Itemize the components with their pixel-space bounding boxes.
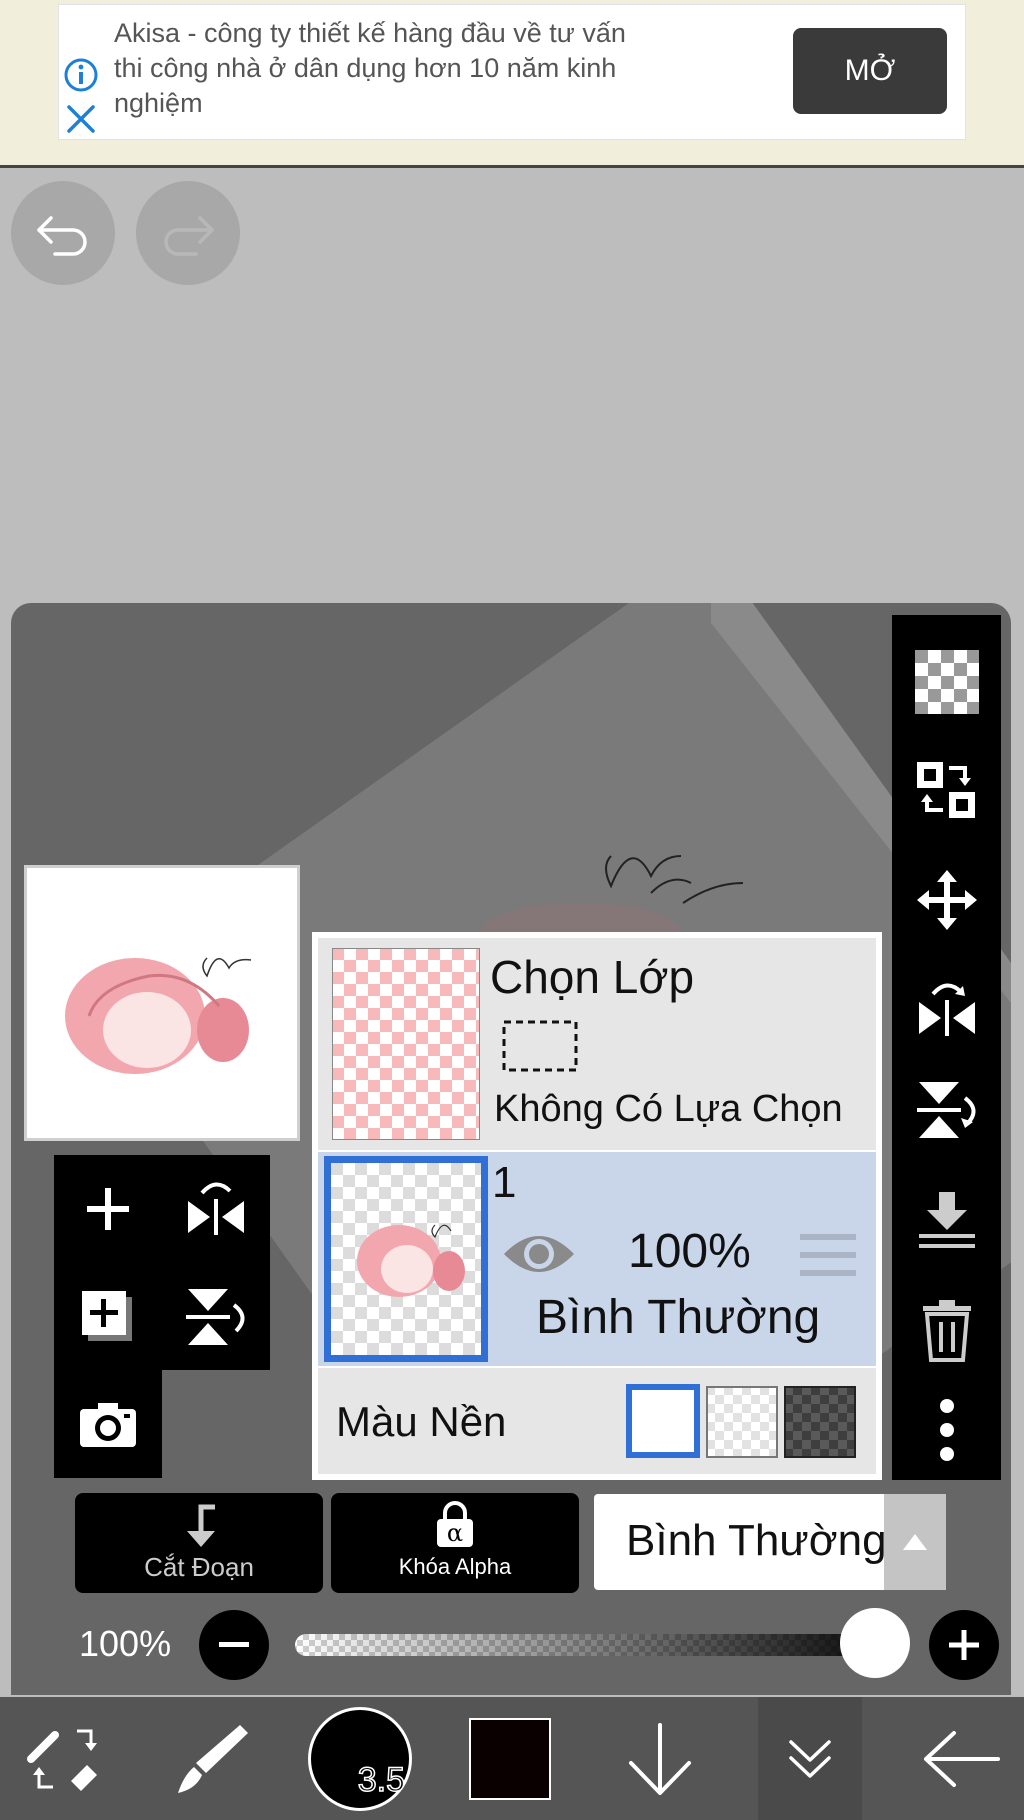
layer-1-blend-mode: Bình Thường (536, 1291, 821, 1344)
background-white-option[interactable] (626, 1384, 700, 1458)
drawing-thumbnail (65, 957, 252, 1074)
background-color-label: Màu Nền (336, 1398, 507, 1445)
trash-icon[interactable] (892, 1285, 1001, 1375)
background-color-row: Màu Nền (318, 1368, 876, 1474)
move-icon[interactable] (892, 855, 1001, 945)
brush-size-button[interactable]: 3.5 (300, 1697, 420, 1820)
layer-down-button[interactable] (600, 1697, 720, 1820)
layer-controls: Cắt Đoạn α Khóa Alpha Bình Thường 100% (11, 1480, 1011, 1695)
alpha-lock-icon: α (437, 1501, 473, 1547)
camera-icon (80, 1403, 136, 1447)
triangle-up-icon (903, 1534, 927, 1550)
opacity-slider[interactable] (285, 1628, 915, 1662)
swap-layers-icon[interactable] (892, 745, 1001, 835)
layer-1-thumbnail (324, 1156, 488, 1362)
flip-layer-horizontal-button[interactable] (162, 1155, 270, 1263)
drag-handle-icon[interactable] (800, 1232, 856, 1280)
tool-switch-button[interactable] (0, 1697, 130, 1820)
flip-horizontal-icon (188, 1182, 244, 1235)
clipping-button[interactable]: Cắt Đoạn (75, 1493, 323, 1593)
opacity-slider-thumb[interactable] (840, 1608, 910, 1678)
flip-horizontal-icon[interactable] (892, 965, 1001, 1055)
flip-vertical-icon[interactable] (892, 1065, 1001, 1155)
info-icon[interactable] (63, 57, 99, 93)
layer-row-1[interactable]: 1 100% Bình Thường (318, 1152, 876, 1366)
svg-text:α: α (447, 1519, 463, 1547)
color-picker-button[interactable] (450, 1697, 570, 1820)
transparency-icon[interactable] (892, 637, 1001, 727)
blend-mode-select[interactable]: Bình Thường (594, 1494, 946, 1590)
bottom-toolbar: 3.5 (0, 1697, 1024, 1820)
blend-mode-value: Bình Thường (626, 1516, 887, 1565)
undo-icon (37, 216, 87, 256)
arrow-left-icon (924, 1730, 1000, 1787)
blend-mode-dropdown-button[interactable] (884, 1494, 946, 1590)
background-dark-option[interactable] (784, 1386, 856, 1458)
ad-text[interactable]: Akisa - công ty thiết kế hàng đầu về tư … (114, 16, 754, 121)
redo-icon (164, 216, 214, 256)
brush-size-value: 3.5 (357, 1760, 406, 1800)
opacity-decrease-button[interactable] (199, 1610, 269, 1680)
plus-icon (949, 1630, 979, 1660)
close-icon[interactable] (65, 103, 97, 135)
ad-banner: Akisa - công ty thiết kế hàng đầu về tư … (0, 0, 1024, 168)
redo-button[interactable] (136, 181, 240, 285)
opacity-increase-button[interactable] (929, 1610, 999, 1680)
plus-icon (87, 1188, 129, 1230)
current-color-swatch (469, 1717, 551, 1800)
camera-bar (54, 1370, 162, 1478)
brush-icon (178, 1724, 248, 1793)
selection-layer-row[interactable]: Chọn Lớp Không Có Lựa Chọn (318, 938, 876, 1150)
arrow-down-icon (629, 1722, 691, 1795)
brush-tool-button[interactable] (150, 1697, 270, 1820)
layer-actions-bar (54, 1155, 270, 1370)
visibility-eye-icon[interactable] (502, 1228, 576, 1280)
alpha-lock-label: Khóa Alpha (398, 1554, 512, 1579)
add-layer-button[interactable] (54, 1155, 162, 1263)
layer-tools-sidebar (892, 615, 1001, 1480)
merge-down-icon[interactable] (892, 1175, 1001, 1265)
selection-layer-thumbnail (332, 948, 480, 1140)
brush-size-circle: 3.5 (308, 1706, 412, 1811)
canvas-thumbnail[interactable] (24, 865, 300, 1141)
selection-layer-subtitle: Không Có Lựa Chọn (494, 1088, 843, 1130)
flip-vertical-icon (186, 1289, 245, 1345)
flip-layer-vertical-button[interactable] (162, 1263, 270, 1371)
minus-icon (219, 1642, 249, 1647)
more-icon[interactable] (892, 1385, 1001, 1475)
layers-panel-toggle[interactable] (758, 1697, 862, 1820)
clipping-label: Cắt Đoạn (144, 1552, 254, 1582)
layer-1-opacity: 100% (628, 1225, 751, 1278)
selection-marquee-icon (502, 1020, 578, 1072)
background-transparent-option[interactable] (706, 1386, 778, 1458)
duplicate-layer-icon (82, 1291, 132, 1341)
undo-button[interactable] (11, 181, 115, 285)
alpha-lock-button[interactable]: α Khóa Alpha (331, 1493, 579, 1593)
import-photo-button[interactable] (54, 1370, 162, 1478)
layer-1-name: 1 (492, 1158, 517, 1207)
double-chevron-down-icon (789, 1739, 831, 1778)
back-button[interactable] (900, 1697, 1024, 1820)
clipping-arrow-icon (187, 1504, 215, 1547)
selection-layer-title: Chọn Lớp (490, 951, 695, 1003)
add-copy-layer-button[interactable] (54, 1263, 162, 1371)
opacity-value: 100% (79, 1623, 172, 1664)
ad-open-button[interactable]: MỞ (793, 28, 947, 114)
tool-switch-icon (27, 1729, 97, 1791)
